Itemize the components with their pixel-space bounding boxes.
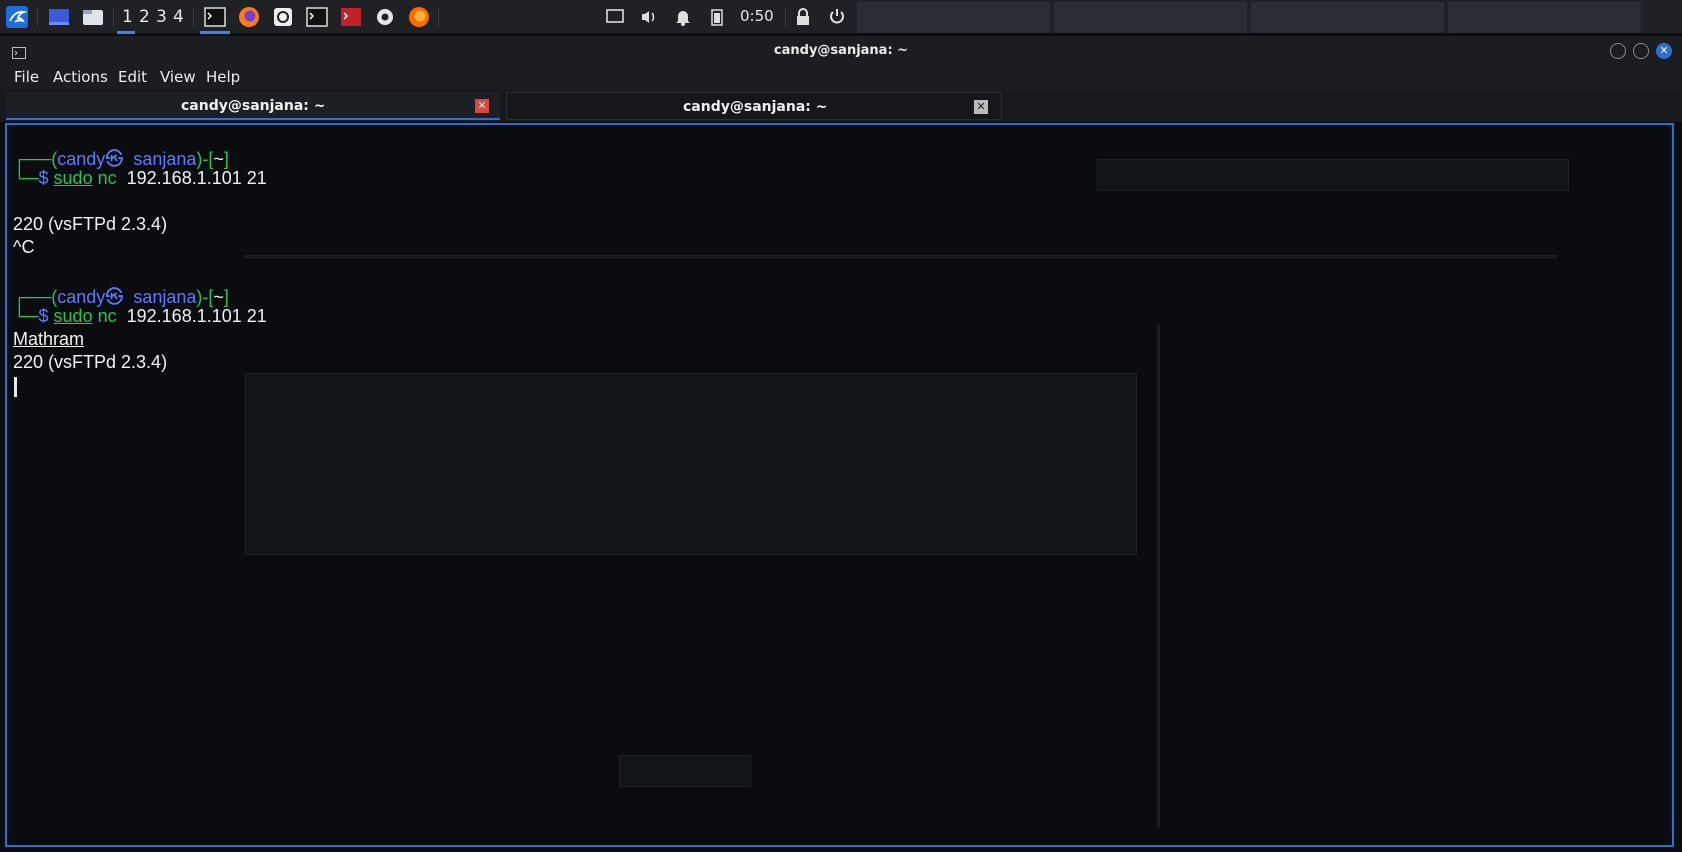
- firefox-icon[interactable]: [236, 5, 262, 29]
- bell-icon[interactable]: [672, 5, 694, 29]
- maximize-button[interactable]: [1633, 43, 1649, 59]
- output-line: 220 (vsFTPd 2.3.4): [13, 352, 168, 372]
- workspace-2[interactable]: 2: [139, 7, 150, 27]
- terminal-area[interactable]: ┌──(candy㉿ sanjana)-[~] └─$ sudo nc 192.…: [5, 123, 1674, 847]
- terminal-root-icon[interactable]: [338, 5, 364, 29]
- background-ghost: [1157, 325, 1160, 827]
- terminal-icon[interactable]: [304, 5, 330, 29]
- lock-icon[interactable]: [792, 5, 814, 29]
- background-ghost: [245, 255, 1557, 258]
- menu-view[interactable]: View: [160, 68, 196, 86]
- command-line: └─$ sudo nc 192.168.1.101 21: [13, 168, 267, 188]
- menu-bar: File Actions Edit View Help: [0, 66, 1682, 90]
- taskbar-slot[interactable]: [1448, 2, 1641, 33]
- tab-terminal-2[interactable]: candy@sanjana: ~ ✕: [506, 92, 1002, 120]
- tab-terminal-1[interactable]: candy@sanjana: ~ ✕: [6, 92, 500, 120]
- taskbar-slot[interactable]: [1251, 2, 1444, 33]
- menu-help[interactable]: Help: [206, 68, 240, 86]
- screenshot-icon[interactable]: [270, 5, 296, 29]
- volume-icon[interactable]: [638, 5, 660, 29]
- typed-input-line: Mathram: [13, 329, 85, 349]
- terminal-icon[interactable]: [202, 5, 228, 29]
- desktop-icon[interactable]: [46, 5, 72, 29]
- window-title: candy@sanjana: ~: [773, 43, 909, 58]
- battery-icon: [706, 5, 728, 29]
- top-panel: 1 2 3 4 0:50: [0, 0, 1682, 34]
- display-icon[interactable]: [604, 5, 626, 29]
- background-ghost: [619, 755, 751, 787]
- output-line: 220 (vsFTPd 2.3.4): [13, 214, 168, 234]
- kali-menu-icon[interactable]: [4, 5, 30, 29]
- tab-label: candy@sanjana: ~: [683, 99, 828, 115]
- background-ghost: [1097, 159, 1569, 191]
- output-line: ^C: [13, 237, 35, 257]
- workspace-1[interactable]: 1: [122, 7, 133, 27]
- command-line: └─$ sudo nc 192.168.1.101 21: [13, 306, 267, 326]
- tab-bar: candy@sanjana: ~ ✕ candy@sanjana: ~ ✕: [0, 90, 1682, 122]
- taskbar-slot[interactable]: [857, 2, 1050, 33]
- power-icon[interactable]: [826, 5, 848, 29]
- minimize-button[interactable]: [1610, 43, 1626, 59]
- firefox-icon[interactable]: [406, 5, 432, 29]
- text-cursor: [14, 377, 17, 397]
- file-manager-icon[interactable]: [80, 5, 106, 29]
- menu-file[interactable]: File: [14, 68, 39, 86]
- window-titlebar[interactable]: candy@sanjana: ~ ✕: [0, 36, 1682, 66]
- taskbar-slot[interactable]: [1054, 2, 1247, 33]
- menu-actions[interactable]: Actions: [53, 68, 108, 86]
- background-ghost: [245, 373, 1137, 555]
- tab-close-button[interactable]: ✕: [974, 100, 988, 114]
- settings-gear-icon[interactable]: [372, 5, 398, 29]
- workspace-3[interactable]: 3: [156, 7, 167, 27]
- clock[interactable]: 0:50: [740, 7, 774, 25]
- close-window-button[interactable]: ✕: [1656, 43, 1672, 59]
- active-workspace-indicator: [117, 31, 135, 34]
- tab-label: candy@sanjana: ~: [181, 98, 326, 114]
- tab-close-button[interactable]: ✕: [475, 99, 489, 113]
- workspace-4[interactable]: 4: [173, 7, 184, 27]
- menu-edit[interactable]: Edit: [118, 68, 147, 86]
- active-task-indicator: [200, 31, 230, 34]
